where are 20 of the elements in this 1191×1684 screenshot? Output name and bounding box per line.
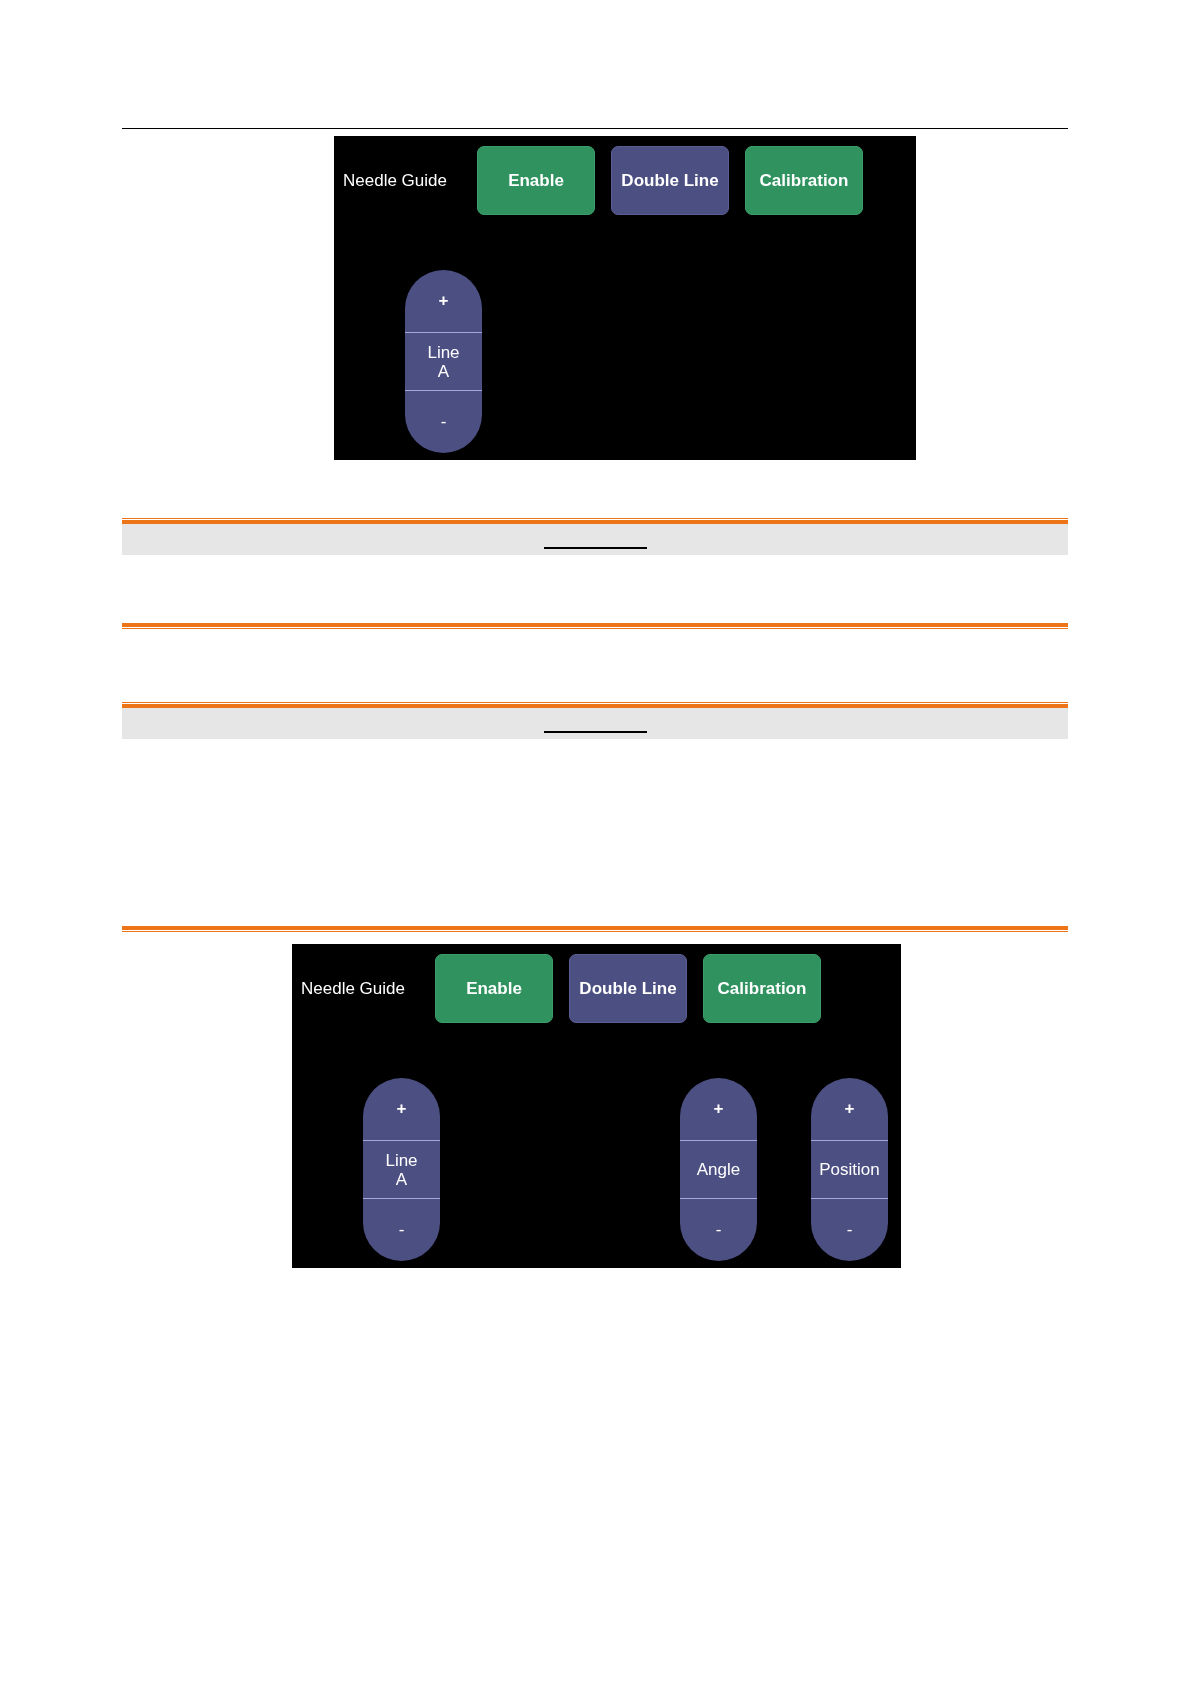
stepper-label: Angle xyxy=(680,1140,757,1199)
decrement-button[interactable]: - xyxy=(405,391,482,453)
decrement-button[interactable]: - xyxy=(363,1199,440,1261)
panel-title: Needle Guide xyxy=(343,170,448,191)
increment-button[interactable]: + xyxy=(680,1078,757,1140)
option-button[interactable]: Double Line xyxy=(611,146,729,215)
increment-button[interactable]: + xyxy=(811,1078,888,1140)
increment-button[interactable]: + xyxy=(363,1078,440,1140)
option-button[interactable]: Enable xyxy=(435,954,553,1023)
option-button[interactable]: Calibration xyxy=(703,954,821,1023)
decrement-button[interactable]: - xyxy=(680,1199,757,1261)
stepper-label: Line A xyxy=(363,1140,440,1199)
stepper-label: Position xyxy=(811,1140,888,1199)
increment-button[interactable]: + xyxy=(405,270,482,332)
option-button[interactable]: Enable xyxy=(477,146,595,215)
option-button[interactable]: Double Line xyxy=(569,954,687,1023)
panel-title: Needle Guide xyxy=(301,978,406,999)
decrement-button[interactable]: - xyxy=(811,1199,888,1261)
option-button[interactable]: Calibration xyxy=(745,146,863,215)
stepper-label: Line A xyxy=(405,332,482,391)
